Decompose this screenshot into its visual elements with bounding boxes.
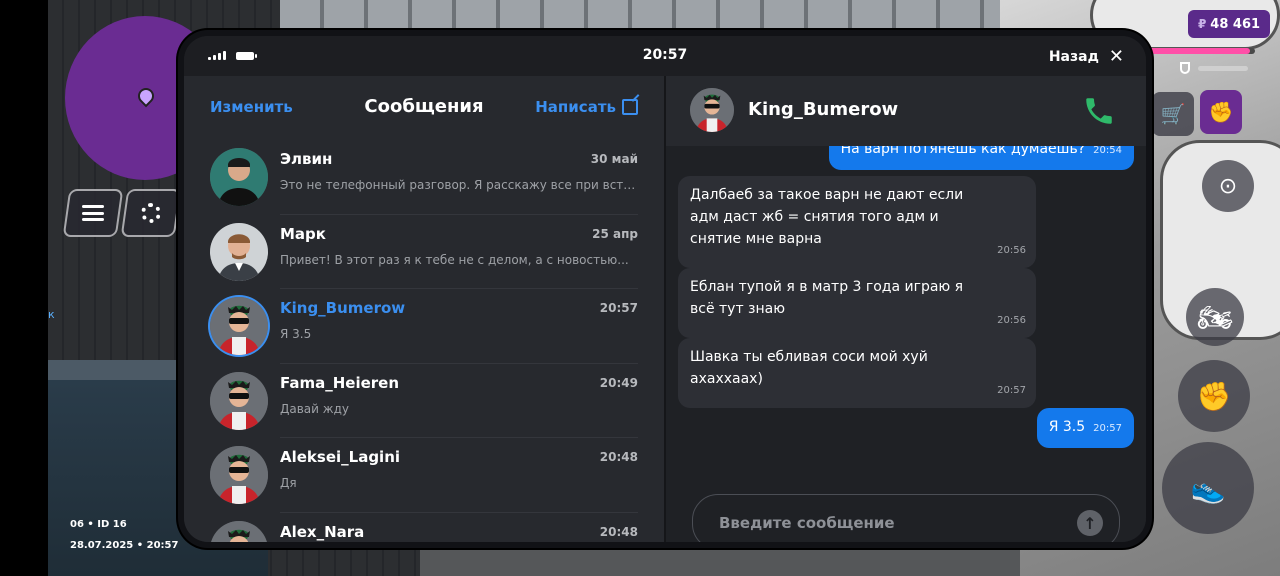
- chat-name: King_Bumerow: [280, 299, 406, 317]
- fist-icon: ✊: [1208, 100, 1234, 124]
- incoming-message[interactable]: Далбаеб за такое варн не дают если адм д…: [678, 176, 1036, 268]
- chat-avatar: [210, 446, 268, 504]
- message-text: Шавка ты ебливая соси мой хуй ахаххаах): [690, 349, 928, 387]
- punch-button[interactable]: ✊: [1178, 360, 1250, 432]
- message-text: Далбаеб за такое варн не дают если адм д…: [690, 187, 964, 247]
- phone: 20:57 Назад ✕ Изменить Сообщения Написат…: [178, 30, 1152, 548]
- message-time: 20:57: [1093, 423, 1122, 434]
- message-list: На варн потянешь как думаешь? 20:54 Далбае…: [666, 146, 1146, 456]
- wheel-icon: [141, 203, 161, 223]
- chat-preview: Давай жду: [280, 401, 349, 416]
- vehicle-button[interactable]: 🏍: [1186, 288, 1244, 346]
- back-label: Назад: [1048, 48, 1099, 65]
- message-time: 20:56: [997, 245, 1026, 256]
- conversation-pane: King_Bumerow На варн потянешь как думаеш…: [666, 76, 1146, 542]
- chat-name: Fama_Heieren: [280, 373, 400, 392]
- message-text: Я 3.5: [1048, 419, 1086, 435]
- outgoing-message[interactable]: На варн потянешь как думаешь? 20:54: [828, 146, 1134, 170]
- chat-list-item[interactable]: Fama_Heieren 20:49 Давай жду: [184, 364, 664, 439]
- health-bar: [1145, 48, 1255, 54]
- chat-time: 25 апр: [592, 226, 638, 241]
- phone-screen: 20:57 Назад ✕ Изменить Сообщения Написат…: [184, 36, 1146, 542]
- datetime: 28.07.2025 • 20:57: [70, 540, 179, 551]
- sprint-button[interactable]: 👟: [1162, 442, 1254, 534]
- player-id: 06 • ID 16: [70, 519, 127, 530]
- camera-button[interactable]: ⊙: [1202, 160, 1254, 212]
- chat-list-item[interactable]: Элвин 30 май Это не телефонный разговор. Я…: [184, 140, 664, 215]
- chat-name: Aleksei_Lagini: [280, 448, 401, 466]
- money-display: ₽ 48 461: [1188, 10, 1270, 38]
- screen-edge: [0, 0, 48, 576]
- chat-list: Элвин 30 май Это не телефонный разговор. Я…: [184, 140, 664, 542]
- message-input[interactable]: [719, 511, 1059, 535]
- wheel-button[interactable]: [120, 189, 182, 237]
- chat-list-item[interactable]: King_Bumerow 20:57 Я 3.5: [184, 289, 664, 364]
- compose-button[interactable]: Написать: [535, 98, 638, 116]
- compose-icon: [622, 99, 638, 115]
- chat-list-item[interactable]: Alex_Nara 20:48: [184, 513, 664, 542]
- chat-time: 30 май: [590, 152, 638, 166]
- armor-bar: [1198, 66, 1248, 71]
- compose-label: Написать: [535, 98, 616, 116]
- incoming-message[interactable]: Шавка ты ебливая соси мой хуй ахаххаах) 2…: [678, 338, 1036, 408]
- chat-preview: Дя: [280, 476, 297, 490]
- chat-time: 20:57: [599, 301, 638, 315]
- sneaker-icon: 👟: [1190, 471, 1226, 505]
- message-time: 20:57: [997, 385, 1026, 396]
- fist-icon: ✊: [1196, 379, 1232, 413]
- shop-button[interactable]: 🛒: [1152, 92, 1194, 136]
- conversation-header: King_Bumerow: [666, 76, 1146, 146]
- armor-icon: [1180, 62, 1190, 74]
- chat-time: 20:49: [599, 375, 638, 390]
- arrow-up-icon: ↑: [1083, 513, 1097, 533]
- outgoing-message[interactable]: Я 3.5 20:57: [1036, 408, 1134, 448]
- message-composer: ↑: [692, 494, 1120, 542]
- contact-name: King_Bumerow: [748, 99, 899, 120]
- chat-time: 20:48: [599, 524, 638, 539]
- motorcycle-icon: 🏍: [1197, 300, 1233, 334]
- health-fill: [1145, 48, 1250, 54]
- message-text: На варн потянешь как думаешь?: [840, 146, 1086, 157]
- chat-preview: Я 3.5: [280, 327, 312, 341]
- chat-list-item[interactable]: Aleksei_Lagini 20:48 Дя: [184, 438, 664, 513]
- money-amount: 48 461: [1210, 16, 1261, 32]
- incoming-message[interactable]: Еблан тупой я в матр 3 года играю я всё …: [678, 268, 1036, 338]
- chat-name: Марк: [280, 224, 326, 243]
- close-icon: ✕: [1108, 46, 1124, 67]
- chat-preview: Привет! В этот раз я к тебе не с делом, …: [280, 252, 629, 267]
- chat-avatar: [210, 520, 268, 542]
- chat-preview: Это не телефонный разговор. Я расскажу в…: [280, 178, 640, 192]
- conversation-list-pane: Изменить Сообщения Написать Элвин 30 май Э…: [184, 76, 664, 542]
- ruble-icon: ₽: [1197, 17, 1207, 31]
- phone-call-icon[interactable]: [1082, 94, 1116, 128]
- chat-name: Alex_Nara: [280, 522, 365, 541]
- chat-avatar: [210, 148, 268, 206]
- menu-button[interactable]: [62, 189, 124, 237]
- chat-list-item[interactable]: Марк 25 апр Привет! В этот раз я к тебе не…: [184, 215, 664, 290]
- send-button[interactable]: ↑: [1077, 510, 1103, 536]
- chat-avatar: [210, 297, 268, 355]
- side-letter: к: [48, 308, 55, 321]
- list-header: Изменить Сообщения Написать: [184, 76, 664, 140]
- camera-icon: ⊙: [1218, 173, 1238, 199]
- status-time: 20:57: [642, 47, 688, 63]
- contact-avatar[interactable]: [690, 88, 734, 132]
- chat-time: 20:48: [599, 450, 638, 464]
- cart-icon: 🛒: [1160, 102, 1186, 126]
- menu-icon: [82, 205, 104, 221]
- message-time: 20:56: [997, 315, 1026, 326]
- fist-slot-button[interactable]: ✊: [1200, 90, 1242, 134]
- chat-name: Элвин: [280, 150, 333, 168]
- chat-avatar: [210, 371, 268, 430]
- back-button[interactable]: Назад ✕: [1049, 46, 1124, 67]
- chat-avatar: [210, 222, 268, 281]
- message-time: 20:54: [1093, 146, 1122, 156]
- status-bar: 20:57 Назад ✕: [184, 36, 1146, 76]
- message-text: Еблан тупой я в матр 3 года играю я всё …: [690, 279, 964, 317]
